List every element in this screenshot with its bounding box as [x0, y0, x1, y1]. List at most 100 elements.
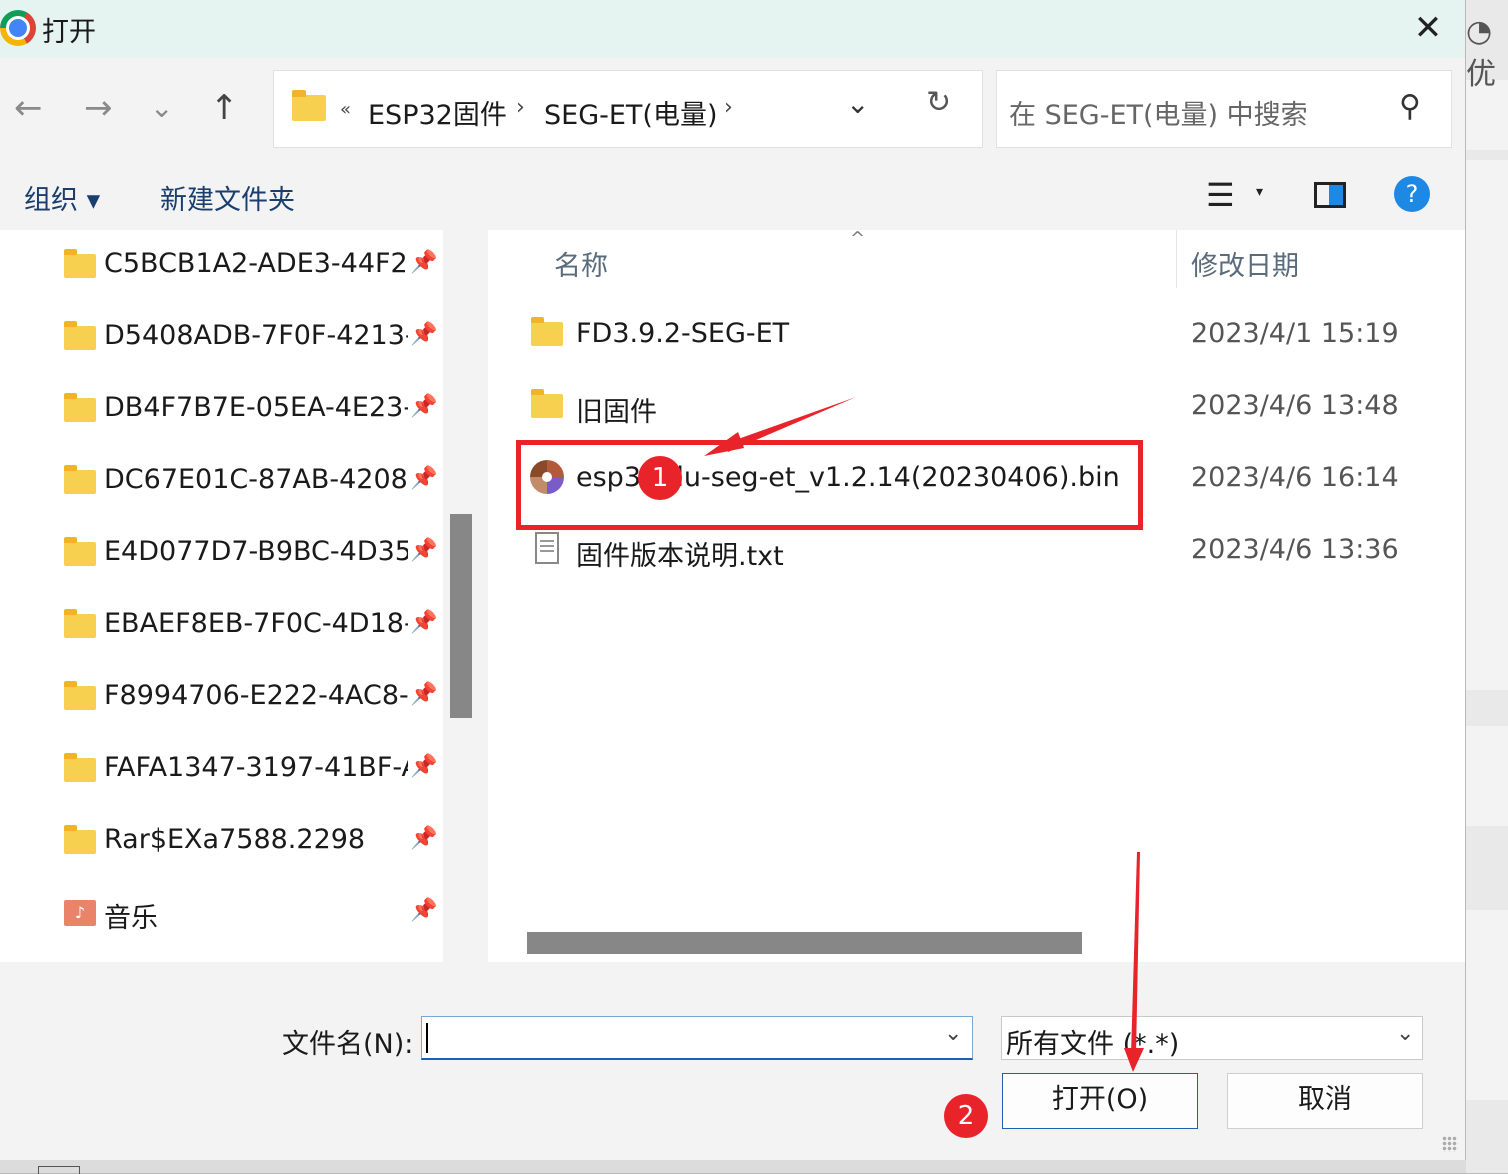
- folder-icon: [64, 537, 96, 566]
- nav-pane-item[interactable]: F8994706-E222-4AC8-E 📌: [0, 670, 443, 726]
- search-input[interactable]: 在 SEG-ET(电量) 中搜索 ⚲: [996, 70, 1452, 148]
- address-dropdown-chevron-icon[interactable]: ⌄: [846, 87, 869, 120]
- nav-pane-item[interactable]: EBAEF8EB-7F0C-4D18-8 📌: [0, 598, 443, 654]
- file-modified-date: 2023/4/6 13:36: [1191, 534, 1399, 565]
- file-type-select[interactable]: 所有文件 (*.*) ⌄: [1001, 1016, 1423, 1060]
- nav-pane-item[interactable]: D5408ADB-7F0F-4213- 📌: [0, 310, 443, 366]
- pin-icon[interactable]: 📌: [410, 466, 437, 491]
- annotation-highlight-box: [516, 440, 1143, 530]
- nav-pane-item[interactable]: C5BCB1A2-ADE3-44F2- 📌: [0, 238, 443, 294]
- nav-pane-item-label: DC67E01C-87AB-4208-: [104, 464, 408, 495]
- organize-menu-button[interactable]: 组织 ▾: [24, 178, 100, 217]
- background-window-glyph: ◔ 优: [1466, 14, 1496, 92]
- background-stripe: [1466, 160, 1508, 690]
- nav-pane-item-label: E4D077D7-B9BC-4D35-: [104, 536, 408, 567]
- pin-icon[interactable]: 📌: [410, 322, 437, 347]
- pin-icon[interactable]: 📌: [410, 250, 437, 275]
- folder-icon: [64, 609, 96, 638]
- nav-pane-item[interactable]: E4D077D7-B9BC-4D35- 📌: [0, 526, 443, 582]
- folder-icon: [64, 753, 96, 782]
- column-header-name[interactable]: 名称: [554, 244, 608, 283]
- pin-icon[interactable]: 📌: [410, 826, 437, 851]
- background-stripe: [1466, 910, 1508, 1100]
- cancel-button[interactable]: 取消: [1227, 1073, 1423, 1129]
- resize-grip-icon[interactable]: [1442, 1136, 1458, 1152]
- forward-arrow-icon[interactable]: →: [84, 86, 113, 130]
- column-divider[interactable]: [1176, 230, 1177, 288]
- breadcrumb-item-esp32[interactable]: ESP32固件: [368, 93, 507, 132]
- file-row[interactable]: FD3.9.2-SEG-ET 2023/4/1 15:19: [488, 304, 1465, 368]
- nav-pane-item-label: FAFA1347-3197-41BF-A: [104, 752, 408, 783]
- nav-pane-item-label: C5BCB1A2-ADE3-44F2-: [104, 248, 408, 279]
- recent-locations-chevron-icon[interactable]: ⌄: [150, 86, 173, 130]
- folder-icon: [64, 249, 96, 278]
- file-name: FD3.9.2-SEG-ET: [576, 318, 790, 349]
- filename-dropdown-chevron-icon[interactable]: ⌄: [944, 1021, 962, 1046]
- file-type-value: 所有文件 (*.*): [1006, 1029, 1180, 1060]
- folder-icon: [64, 681, 96, 710]
- folder-icon: [64, 321, 96, 350]
- nav-pane-item[interactable]: DC67E01C-87AB-4208- 📌: [0, 454, 443, 510]
- breadcrumb-overflow-icon[interactable]: «: [340, 99, 351, 120]
- folder-icon: [64, 393, 96, 422]
- search-icon[interactable]: ⚲: [1399, 89, 1421, 124]
- open-file-dialog: 打开 ✕ ← → ⌄ ↑ « ESP32固件 › SEG-ET(电量) › ⌄ …: [0, 0, 1465, 1160]
- breadcrumb-separator-icon[interactable]: ›: [724, 95, 733, 120]
- pin-icon[interactable]: 📌: [410, 394, 437, 419]
- column-header-modified[interactable]: 修改日期: [1191, 244, 1299, 283]
- folder-icon: [64, 825, 96, 854]
- nav-pane-item-label: 音乐: [104, 903, 158, 934]
- view-options-icon[interactable]: ☰: [1206, 176, 1235, 214]
- pin-icon[interactable]: 📌: [410, 610, 437, 635]
- folder-icon: [531, 389, 563, 418]
- file-modified-date: 2023/4/6 16:14: [1191, 462, 1399, 493]
- filename-input[interactable]: ⌄: [421, 1016, 973, 1060]
- sort-ascending-icon: ^: [850, 230, 866, 249]
- address-bar[interactable]: « ESP32固件 › SEG-ET(电量) › ⌄ ↻: [273, 70, 983, 148]
- file-modified-date: 2023/4/6 13:48: [1191, 390, 1399, 421]
- up-arrow-icon[interactable]: ↑: [210, 86, 239, 130]
- filename-label: 文件名(N):: [282, 1029, 414, 1060]
- nav-pane-item-label: Rar$EXa7588.2298: [104, 824, 366, 855]
- command-toolbar: 组织 ▾ 新建文件夹 ☰ ▾ ?: [0, 162, 1465, 230]
- refresh-icon[interactable]: ↻: [926, 85, 951, 120]
- nav-pane-item[interactable]: Rar$EXa7588.2298 📌: [0, 814, 443, 870]
- nav-pane-item[interactable]: FAFA1347-3197-41BF-A 📌: [0, 742, 443, 798]
- file-type-chevron-icon[interactable]: ⌄: [1396, 1021, 1414, 1046]
- file-modified-date: 2023/4/1 15:19: [1191, 318, 1399, 349]
- nav-pane-item[interactable]: DB4F7B7E-05EA-4E23-8 📌: [0, 382, 443, 438]
- pin-icon[interactable]: 📌: [410, 754, 437, 779]
- new-folder-button[interactable]: 新建文件夹: [160, 178, 295, 217]
- file-list: ^ 名称 修改日期 FD3.9.2-SEG-ET 2023/4/1 15:19 …: [488, 230, 1465, 962]
- nav-pane-scrollbar-thumb[interactable]: [450, 514, 472, 718]
- search-placeholder: 在 SEG-ET(电量) 中搜索: [1009, 100, 1308, 131]
- pin-icon[interactable]: 📌: [410, 898, 437, 923]
- close-icon[interactable]: ✕: [1408, 6, 1448, 50]
- nav-pane-item-label: DB4F7B7E-05EA-4E23-8: [104, 392, 408, 423]
- breadcrumb-item-seg-et[interactable]: SEG-ET(电量): [544, 93, 717, 132]
- nav-pane-item-label: D5408ADB-7F0F-4213-: [104, 320, 408, 351]
- pin-icon[interactable]: 📌: [410, 682, 437, 707]
- help-icon[interactable]: ?: [1394, 176, 1430, 212]
- background-stripe: [1466, 726, 1508, 826]
- back-arrow-icon[interactable]: ←: [14, 86, 43, 130]
- preview-pane-icon[interactable]: [1314, 182, 1346, 208]
- music-folder-icon: ♪: [64, 900, 96, 926]
- text-file-icon: [535, 532, 559, 564]
- nav-pane-item-label: EBAEF8EB-7F0C-4D18-8: [104, 608, 408, 639]
- open-button[interactable]: 打开(O): [1002, 1073, 1198, 1129]
- file-name: 旧固件: [576, 397, 657, 428]
- folder-icon: [531, 317, 563, 346]
- file-row[interactable]: 旧固件 2023/4/6 13:48: [488, 376, 1465, 440]
- annotation-badge-1: 1: [638, 456, 682, 500]
- title-bar: 打开 ✕: [0, 0, 1465, 58]
- file-list-horizontal-scrollbar[interactable]: [527, 932, 1082, 954]
- nav-pane-item-music[interactable]: ♪ 音乐 📌: [0, 886, 443, 942]
- pin-icon[interactable]: 📌: [410, 538, 437, 563]
- window-title: 打开: [42, 17, 96, 48]
- nav-pane-item-label: F8994706-E222-4AC8-E: [104, 680, 408, 711]
- file-name: 固件版本说明.txt: [576, 541, 784, 572]
- navigation-pane: C5BCB1A2-ADE3-44F2- 📌 D5408ADB-7F0F-4213…: [0, 230, 443, 962]
- view-dropdown-icon[interactable]: ▾: [1256, 184, 1263, 200]
- breadcrumb-separator-icon[interactable]: ›: [516, 95, 525, 120]
